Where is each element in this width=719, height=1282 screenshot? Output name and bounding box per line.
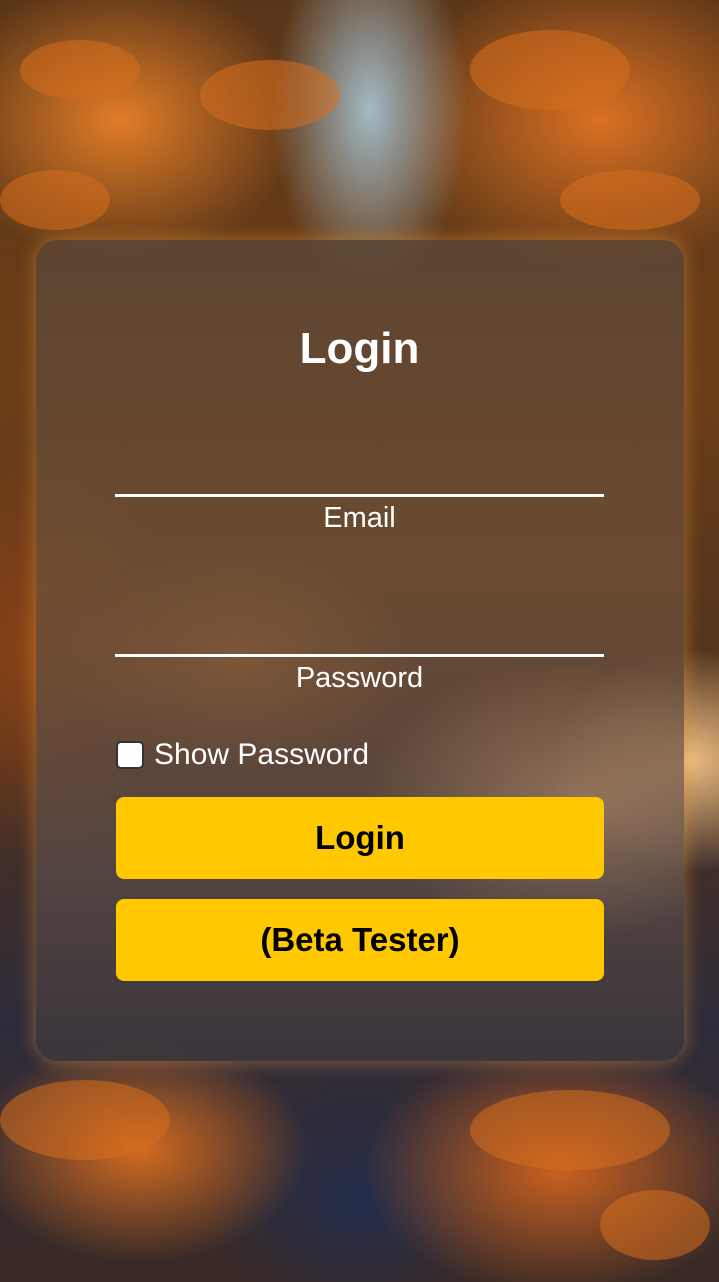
- show-password-checkbox[interactable]: [116, 741, 144, 769]
- email-underline: [115, 494, 604, 497]
- show-password-row[interactable]: Show Password: [116, 737, 369, 773]
- beta-tester-button[interactable]: (Beta Tester): [116, 899, 604, 981]
- email-input[interactable]: [115, 455, 608, 497]
- password-underline: [115, 654, 604, 657]
- password-label: Password: [295, 662, 424, 694]
- show-password-label: Show Password: [154, 738, 370, 771]
- email-label: Email: [323, 502, 396, 534]
- page-title: Login: [299, 324, 420, 373]
- login-button[interactable]: Login: [116, 797, 604, 879]
- password-input[interactable]: [115, 615, 608, 657]
